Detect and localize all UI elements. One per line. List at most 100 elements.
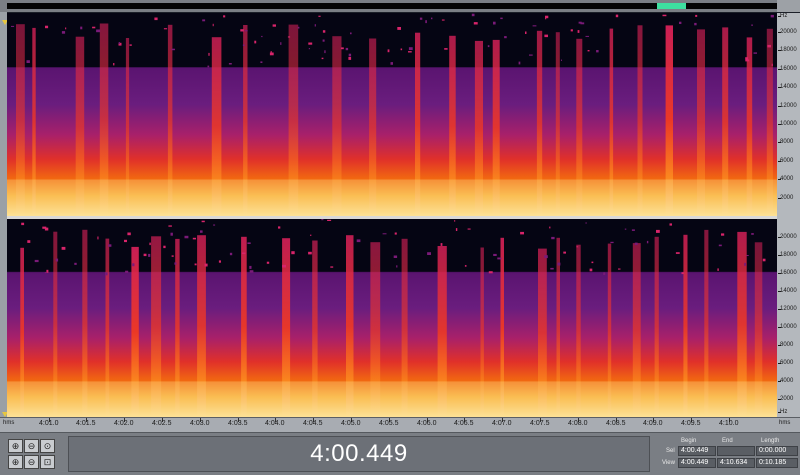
time-tick-label: 4:09.0: [643, 420, 663, 427]
zoom-out-vertical-button[interactable]: ⊖: [24, 455, 39, 469]
view-end-field[interactable]: 4:10.634: [717, 458, 755, 468]
noise-speckle: [681, 272, 684, 275]
noise-speckle: [745, 57, 749, 60]
zoom-in-vertical-button[interactable]: ⊕: [8, 455, 23, 469]
noise-speckle: [397, 27, 401, 30]
sel-begin-field[interactable]: 4:00.449: [678, 446, 716, 456]
noise-speckle: [61, 246, 66, 250]
overview-scrollbar[interactable]: [0, 0, 800, 12]
zoom-in-vertical-icon: ⊕: [11, 456, 20, 467]
noise-speckle: [113, 63, 115, 66]
noise-speckle: [269, 52, 274, 56]
noise-speckle: [322, 39, 325, 42]
noise-speckle: [278, 226, 281, 229]
low-frequency-band: [7, 179, 777, 216]
current-time-display: 4:00.449: [68, 436, 650, 472]
noise-speckle: [247, 242, 251, 244]
noise-speckle: [129, 44, 132, 46]
time-tick-label: 4:10.0: [719, 420, 739, 427]
sel-length-field[interactable]: 0:00.000: [756, 446, 798, 456]
spectrogram-channel-right[interactable]: [7, 219, 777, 417]
freq-tick-bottom-10000: 10000: [778, 324, 797, 330]
noise-speckle: [431, 17, 433, 20]
noise-speckle: [585, 222, 587, 224]
noise-speckle: [631, 229, 635, 231]
time-tick-label: 4:05.5: [379, 420, 399, 427]
overview-view-thumb[interactable]: [657, 3, 686, 9]
time-tick-label: 4:09.5: [681, 420, 701, 427]
noise-speckle: [27, 240, 31, 243]
noise-speckle: [318, 15, 321, 17]
noise-speckle: [618, 268, 621, 270]
spectrogram-right-image: [7, 219, 777, 417]
noise-speckle: [504, 36, 507, 39]
noise-speckle: [184, 235, 189, 239]
noise-speckle: [244, 30, 248, 32]
noise-speckle: [249, 265, 252, 269]
sel-end-field[interactable]: [717, 446, 755, 456]
noise-speckle: [408, 47, 413, 50]
noise-speckle: [44, 272, 47, 274]
noise-speckle: [321, 57, 324, 60]
noise-speckle: [493, 253, 497, 256]
noise-speckle: [557, 262, 561, 266]
time-tick-label: 4:06.0: [417, 420, 437, 427]
noise-speckle: [589, 268, 593, 272]
freq-tick-bottom-18000: 18000: [778, 252, 797, 258]
noise-speckle: [603, 272, 606, 275]
zoom-selection-icon: ⊡: [43, 456, 52, 467]
noise-speckle: [270, 51, 272, 53]
noise-speckle: [770, 14, 774, 18]
noise-speckle: [148, 253, 151, 257]
freq-tick-bottom-4000: 4000: [777, 378, 794, 384]
left-edge-bar: [0, 12, 8, 425]
noise-speckle: [229, 252, 233, 256]
noise-speckle: [154, 17, 158, 21]
noise-speckle: [297, 26, 300, 29]
noise-speckle: [387, 49, 390, 53]
noise-speckle: [34, 259, 39, 263]
noise-speckle: [202, 19, 206, 22]
audio-editor-window: Hz Hz 20000 18000 16000 14000 12000 10000 8000 60…: [0, 0, 800, 475]
noise-speckle: [241, 252, 246, 255]
header-end: End: [722, 438, 733, 444]
noise-speckle: [464, 265, 467, 267]
view-length-field[interactable]: 0:10.185: [756, 458, 798, 468]
time-ruler[interactable]: hms hms 4:01.0 4:01.5 4:02.0 4:02.5 4:03.0 4:…: [0, 417, 800, 432]
header-begin: Begin: [681, 438, 697, 444]
view-begin-field[interactable]: 4:00.449: [678, 458, 716, 468]
noise-speckle: [213, 224, 216, 226]
time-unit-right: hms: [779, 420, 791, 426]
noise-speckle: [46, 269, 49, 273]
noise-speckle: [587, 50, 590, 52]
freq-tick-top-10000: 10000: [778, 121, 797, 127]
noise-speckle: [669, 223, 672, 226]
zoom-selection-button[interactable]: ⊡: [40, 455, 55, 469]
noise-speckle: [242, 44, 245, 46]
zoom-full-button[interactable]: ⊙: [40, 439, 55, 453]
noise-speckle: [280, 42, 282, 45]
noise-speckle: [717, 268, 719, 271]
noise-speckle: [92, 26, 96, 29]
freq-tick-bottom-16000: 16000: [778, 270, 797, 276]
sel-row-label: Sel: [666, 448, 675, 454]
freq-unit-bottom: Hz: [777, 409, 788, 415]
zoom-out-horizontal-button[interactable]: ⊖: [24, 439, 39, 453]
freq-tick-top-14000: 14000: [778, 84, 797, 90]
time-tick-label: 4:05.0: [341, 420, 361, 427]
freq-tick-top-20000: 20000: [778, 29, 797, 35]
noise-speckle: [350, 32, 352, 35]
noise-speckle: [751, 24, 753, 26]
zoom-in-horizontal-button[interactable]: ⊕: [8, 439, 23, 453]
freq-tick-top-12000: 12000: [778, 103, 797, 109]
noise-speckle: [327, 219, 332, 221]
noise-speckle: [444, 48, 448, 50]
time-tick-label: 4:04.0: [265, 420, 285, 427]
frequency-ruler[interactable]: Hz Hz 20000 18000 16000 14000 12000 10000 8000 60…: [777, 13, 800, 417]
noise-speckle: [544, 255, 548, 259]
noise-speckle: [745, 59, 750, 62]
noise-speckle: [624, 228, 627, 230]
time-tick-label: 4:03.0: [190, 420, 210, 427]
noise-speckle: [149, 242, 151, 246]
spectrogram-channel-left[interactable]: [7, 13, 777, 216]
